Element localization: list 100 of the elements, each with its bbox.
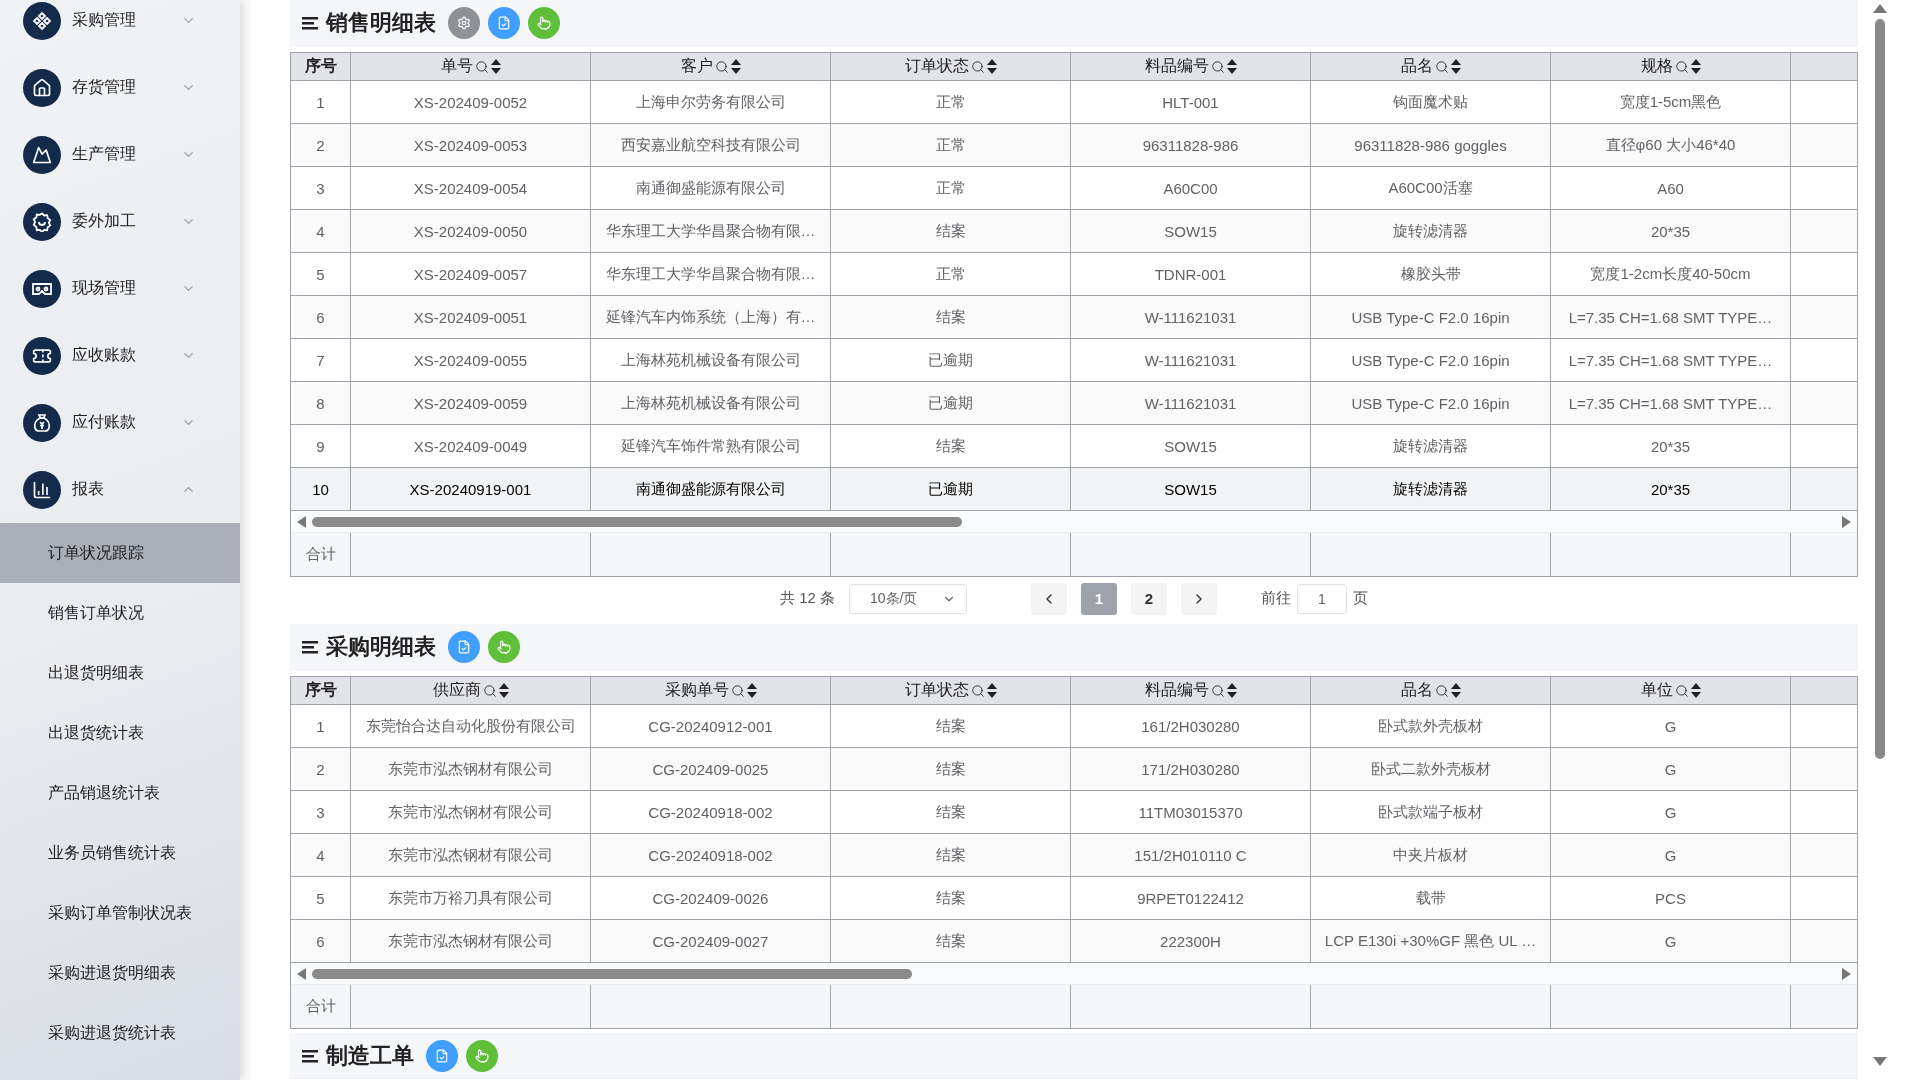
scroll-down-icon[interactable] xyxy=(1873,1057,1887,1066)
table-cell: W-111621031 xyxy=(1071,382,1311,425)
page-input[interactable]: 1 xyxy=(1297,583,1347,614)
table-cell: XS-202409-0051 xyxy=(351,296,591,339)
menu-item[interactable]: 生产管理 xyxy=(0,121,240,188)
menu-item[interactable]: 采购管理 xyxy=(0,0,240,54)
table-cell: XS-202409-0055 xyxy=(351,339,591,382)
table-cell: 东莞市泓杰钢材有限公司 xyxy=(351,920,591,963)
table-cell: 20*35 xyxy=(1551,425,1791,468)
pointer-hand-icon xyxy=(497,639,511,654)
table-cell: W-111621031 xyxy=(1071,296,1311,339)
search-icon[interactable] xyxy=(970,683,985,698)
menu-item[interactable]: 现场管理 xyxy=(0,255,240,322)
scroll-left-icon[interactable] xyxy=(297,515,306,528)
diamonds-icon xyxy=(23,1,61,40)
export-button[interactable] xyxy=(426,1039,458,1072)
sort-icon[interactable] xyxy=(986,683,997,698)
table-cell: CG-20240912-001 xyxy=(591,705,831,748)
search-icon[interactable] xyxy=(482,683,497,698)
table-cell: 西安嘉业航空科技有限公司 xyxy=(591,124,831,167)
table-cell: CG-20240918-002 xyxy=(591,791,831,834)
menu-item[interactable]: 应付账款 xyxy=(0,389,240,456)
table-cell: 20*35 xyxy=(1551,468,1791,511)
search-icon[interactable] xyxy=(1210,683,1225,698)
export-button[interactable] xyxy=(488,6,520,39)
table-cell: 正常 xyxy=(831,167,1071,210)
sort-icon[interactable] xyxy=(1226,59,1237,74)
submenu-item[interactable]: 出退货明细表 xyxy=(0,643,240,703)
search-icon[interactable] xyxy=(1674,59,1689,74)
table-cell: 旋转滤清器 xyxy=(1311,468,1551,511)
submenu-item[interactable]: 产品销退统计表 xyxy=(0,763,240,823)
table-cell: XS-202409-0052 xyxy=(351,81,591,124)
scroll-left-icon[interactable] xyxy=(297,967,306,980)
column-title: 序号 xyxy=(304,680,337,700)
sort-icon[interactable] xyxy=(730,59,741,74)
table-cell: G xyxy=(1551,920,1791,963)
sort-icon[interactable] xyxy=(1450,59,1461,74)
horizontal-scrollbar[interactable] xyxy=(291,511,1857,533)
submenu-item[interactable]: 采购进退货统计表 xyxy=(0,1003,240,1063)
search-icon[interactable] xyxy=(714,59,729,74)
sort-icon[interactable] xyxy=(490,59,501,74)
menu-item[interactable]: 报表 xyxy=(0,456,240,523)
goto-label: 前往 xyxy=(1261,589,1291,608)
scroll-up-icon[interactable] xyxy=(1873,4,1887,13)
table-cell: 4 xyxy=(291,210,351,253)
table-cell: 4 xyxy=(291,834,351,877)
menu-item[interactable]: 委外加工 xyxy=(0,188,240,255)
menu-item[interactable]: 存货管理 xyxy=(0,54,240,121)
scroll-right-icon[interactable] xyxy=(1842,967,1851,980)
table-cell: LCP E130i +30%GF 黑色 UL … xyxy=(1311,920,1551,963)
settings-button[interactable] xyxy=(448,6,480,39)
table-cell: XS-202409-0050 xyxy=(351,210,591,253)
search-icon[interactable] xyxy=(970,59,985,74)
sort-icon[interactable] xyxy=(1690,683,1701,698)
search-icon[interactable] xyxy=(1674,683,1689,698)
table-cell: 华东理工大学华昌聚合物有限… xyxy=(591,253,831,296)
sort-icon[interactable] xyxy=(1450,683,1461,698)
table-cell: 橡胶头带 xyxy=(1311,253,1551,296)
sort-icon[interactable] xyxy=(1226,683,1237,698)
search-icon[interactable] xyxy=(730,683,745,698)
menu-label: 委外加工 xyxy=(72,211,137,231)
table-cell: PCS xyxy=(1551,877,1791,920)
submenu-item[interactable]: 采购进退货明细表 xyxy=(0,943,240,1003)
table-cell: 2 xyxy=(291,124,351,167)
column-title: 订单状态 xyxy=(904,56,969,76)
table-cell: CG-202409-0026 xyxy=(591,877,831,920)
table-cell: CG-20240918-002 xyxy=(591,834,831,877)
search-icon[interactable] xyxy=(1434,683,1449,698)
scroll-right-icon[interactable] xyxy=(1842,515,1851,528)
table-cell: 96311828-986 goggles xyxy=(1311,124,1551,167)
submenu-item[interactable]: 出退货统计表 xyxy=(0,703,240,763)
table-cell: 东莞怡合达自动化股份有限公司 xyxy=(351,705,591,748)
page-button[interactable]: 2 xyxy=(1131,582,1167,615)
page-size-select[interactable]: 10条/页 xyxy=(849,583,967,614)
table-cell: HLT-001 xyxy=(1071,81,1311,124)
sort-icon[interactable] xyxy=(986,59,997,74)
column-title: 品名 xyxy=(1400,680,1433,700)
pointer-hand-icon xyxy=(475,1048,489,1063)
search-icon[interactable] xyxy=(1210,59,1225,74)
submenu-item[interactable]: 采购订单管制状况表 xyxy=(0,883,240,943)
submenu-item[interactable]: 业务员销售统计表 xyxy=(0,823,240,883)
export-button[interactable] xyxy=(448,630,480,663)
sort-icon[interactable] xyxy=(498,683,509,698)
table-cell: A60 xyxy=(1551,167,1791,210)
sort-icon[interactable] xyxy=(746,683,757,698)
search-icon[interactable] xyxy=(474,59,489,74)
table-cell: 卧式款外壳板材 xyxy=(1311,705,1551,748)
column-title: 品名 xyxy=(1400,56,1433,76)
table-cell: 旋转滤清器 xyxy=(1311,425,1551,468)
table-cell: CG-202409-0027 xyxy=(591,920,831,963)
column-title: 订单状态 xyxy=(904,680,969,700)
sort-icon[interactable] xyxy=(1690,59,1701,74)
submenu-item[interactable]: 订单状况跟踪 xyxy=(0,523,240,583)
submenu-item[interactable]: 销售订单状况 xyxy=(0,583,240,643)
table-cell: 10 xyxy=(291,468,351,511)
menu-item[interactable]: 应收账款 xyxy=(0,322,240,389)
horizontal-scrollbar[interactable] xyxy=(291,963,1857,985)
table-cell: 华东理工大学华昌聚合物有限… xyxy=(591,210,831,253)
search-icon[interactable] xyxy=(1434,59,1449,74)
table-cell: 东莞市泓杰钢材有限公司 xyxy=(351,791,591,834)
